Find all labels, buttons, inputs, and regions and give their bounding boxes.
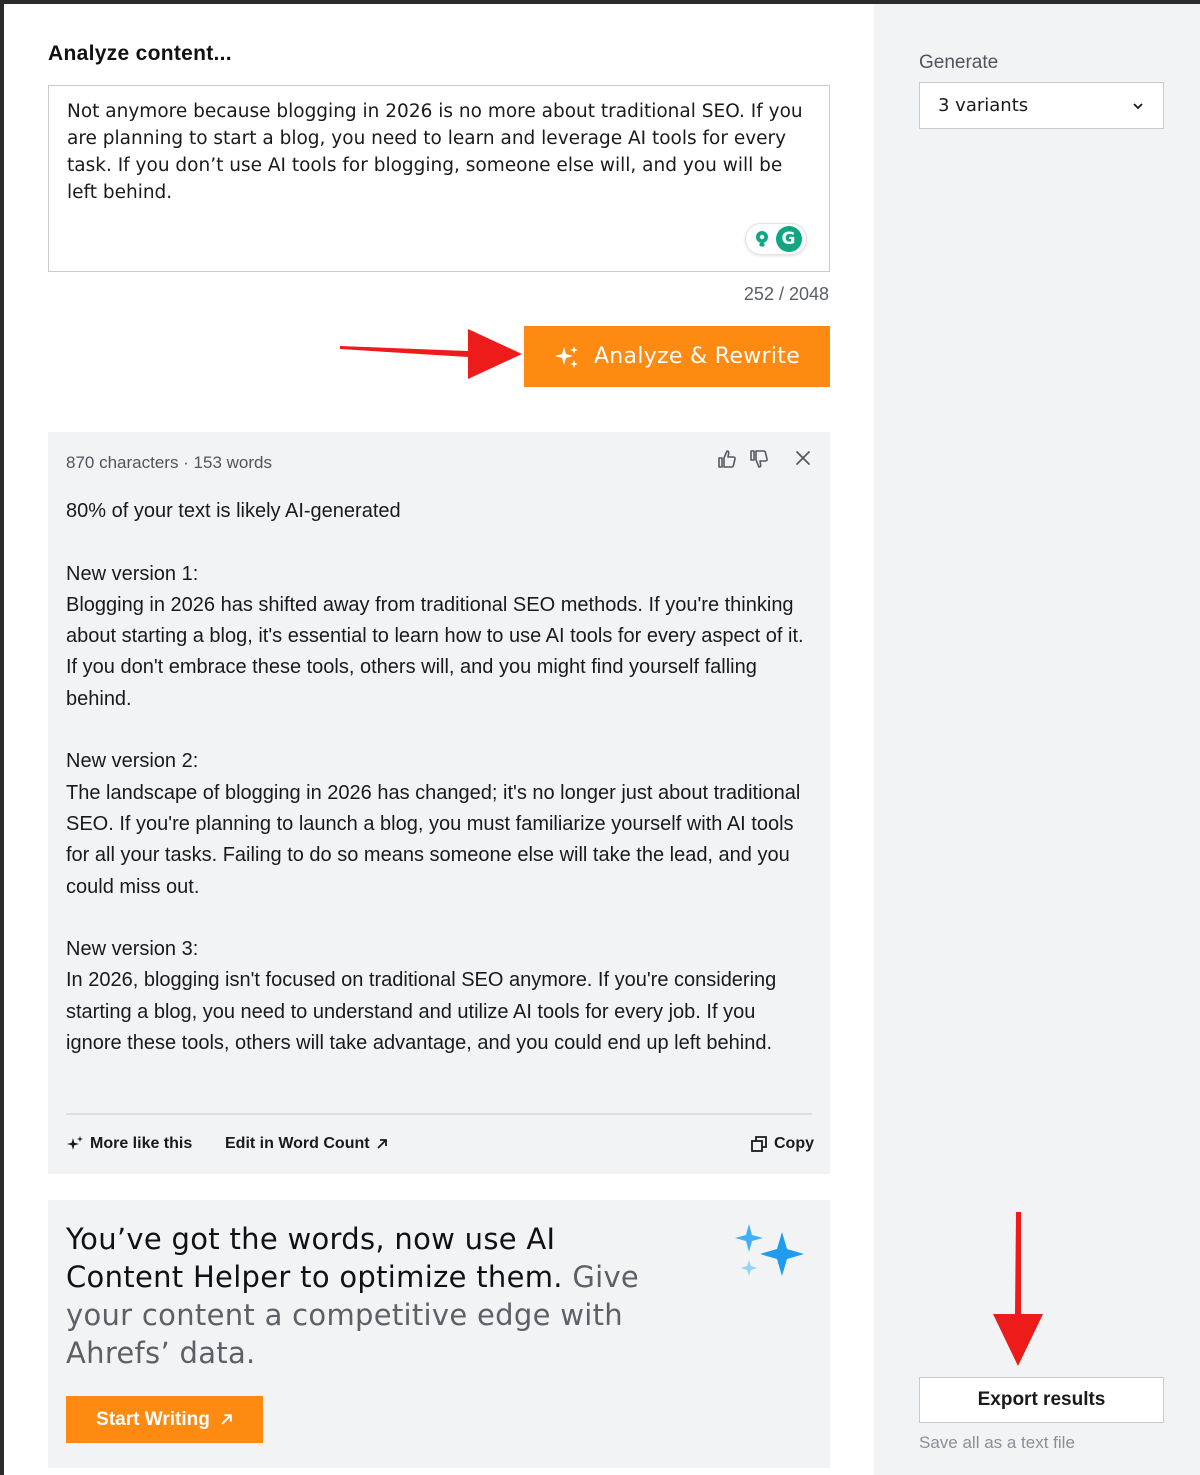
promo-headline-strong: You’ve got the words, now use AI Content… — [66, 1222, 563, 1294]
start-writing-label: Start Writing — [96, 1408, 210, 1430]
analyze-rewrite-button[interactable]: Analyze & Rewrite — [524, 326, 830, 387]
copy-button[interactable]: Copy — [750, 1135, 814, 1153]
annotation-arrow-down-icon — [993, 1212, 1043, 1366]
copy-label: Copy — [774, 1135, 814, 1152]
analyze-rewrite-label: Analyze & Rewrite — [593, 344, 801, 369]
more-like-this-label: More like this — [90, 1135, 193, 1152]
chevron-down-icon — [1133, 102, 1143, 109]
result-card: 870 characters · 153 words 80% of your t… — [48, 432, 830, 1174]
thumbs-down-icon[interactable] — [748, 448, 770, 470]
variants-select[interactable]: 3 variants — [919, 82, 1164, 129]
section-title: Analyze content... — [48, 42, 232, 65]
character-counter: 252 / 2048 — [743, 284, 829, 304]
grammarly-icon: G — [775, 226, 802, 252]
close-icon[interactable] — [793, 448, 813, 468]
content-textarea-value[interactable]: Not anymore because blogging in 2026 is … — [67, 98, 811, 206]
variants-select-value: 3 variants — [938, 95, 1029, 116]
result-divider — [66, 1113, 812, 1115]
more-like-this-button[interactable]: More like this — [66, 1135, 192, 1153]
thumbs-up-icon[interactable] — [716, 448, 738, 470]
export-results-label: Export results — [977, 1389, 1106, 1410]
generate-label: Generate — [919, 52, 999, 73]
copy-icon — [751, 1136, 767, 1152]
promo-headline: You’ve got the words, now use AI Content… — [66, 1220, 666, 1372]
result-text: 80% of your text is likely AI-generated … — [66, 500, 804, 1055]
grammarly-badge[interactable]: G — [745, 223, 807, 255]
result-stats: 870 characters · 153 words — [66, 453, 272, 472]
annotation-arrow-right-icon — [340, 329, 522, 379]
sparkle-icon — [67, 1136, 83, 1150]
edit-in-word-count-link[interactable]: Edit in Word Count — [225, 1135, 388, 1153]
external-arrow-icon — [376, 1139, 387, 1149]
content-textarea[interactable]: Not anymore because blogging in 2026 is … — [48, 85, 830, 272]
lightbulb-icon — [755, 231, 768, 247]
external-arrow-icon — [221, 1414, 232, 1425]
start-writing-button[interactable]: Start Writing — [66, 1396, 263, 1443]
edit-in-word-count-label: Edit in Word Count — [225, 1135, 370, 1152]
window-left-border — [0, 0, 4, 1475]
export-caption: Save all as a text file — [919, 1433, 1075, 1452]
sparkle-icon — [735, 1224, 804, 1276]
export-results-button[interactable]: Export results — [919, 1377, 1164, 1423]
promo-card: You’ve got the words, now use AI Content… — [48, 1200, 830, 1468]
sparkle-icon — [554, 345, 578, 368]
